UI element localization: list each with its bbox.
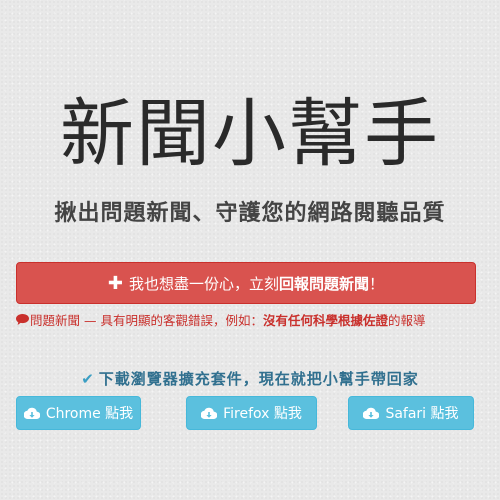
firefox-button-label: Firefox 點我 (223, 406, 302, 422)
page-subtitle: 揪出問題新聞、守護您的網路閱聽品質 (54, 200, 446, 226)
cloud-download-icon (201, 407, 218, 419)
note-suffix: 的報導 (387, 313, 426, 328)
cloud-download-icon (23, 407, 40, 419)
report-label-prefix: 我也想盡一份心，立刻 (129, 274, 280, 293)
chrome-button-label: Chrome 點我 (45, 406, 134, 422)
firefox-download-button[interactable]: Firefox 點我 (186, 396, 317, 430)
check-icon: ✔ (81, 370, 95, 388)
problem-news-note: 問題新聞 — 具有明顯的客觀錯誤，例如：沒有任何科學根據佐證的報導 (16, 312, 496, 330)
safari-button-label: Safari 點我 (385, 406, 459, 422)
report-label-strong: 回報問題新聞 (279, 274, 370, 293)
note-strong-text: 沒有任何科學根據佐證 (262, 313, 388, 328)
comment-icon (16, 312, 30, 330)
safari-download-button[interactable]: Safari 點我 (348, 396, 474, 430)
note-text: 問題新聞 — 具有明顯的客觀錯誤，例如： (30, 313, 263, 328)
download-text: 下載瀏覽器擴充套件，現在就把小幫手帶回家 (98, 370, 419, 388)
chrome-download-button[interactable]: Chrome 點我 (16, 396, 141, 430)
report-label-suffix: ！ (369, 274, 385, 293)
cloud-download-icon (363, 407, 380, 419)
download-heading: ✔ 下載瀏覽器擴充套件，現在就把小幫手帶回家 (0, 368, 500, 389)
plus-icon: ✚ (107, 272, 124, 294)
page-title: 新聞小幫手 (60, 91, 440, 177)
report-news-button[interactable]: ✚ 我也想盡一份心，立刻 回報問題新聞！ (16, 262, 476, 304)
